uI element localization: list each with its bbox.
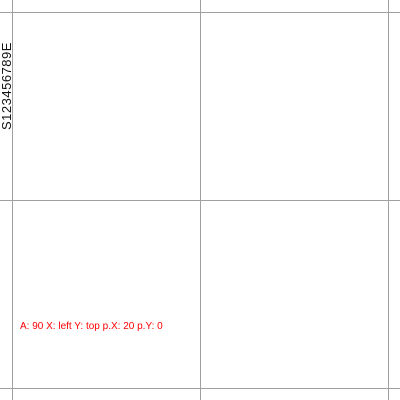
grid-line-horizontal — [0, 200, 400, 201]
canvas: S123456789E A: 90 X: left Y: top p.X: 20… — [0, 0, 400, 400]
grid-line-horizontal — [0, 388, 400, 389]
grid-line-horizontal — [0, 12, 400, 13]
rotation-readout: A: 90 X: left Y: top p.X: 20 p.Y: 0 — [20, 321, 163, 332]
rotated-text-label: S123456789E — [0, 42, 14, 130]
